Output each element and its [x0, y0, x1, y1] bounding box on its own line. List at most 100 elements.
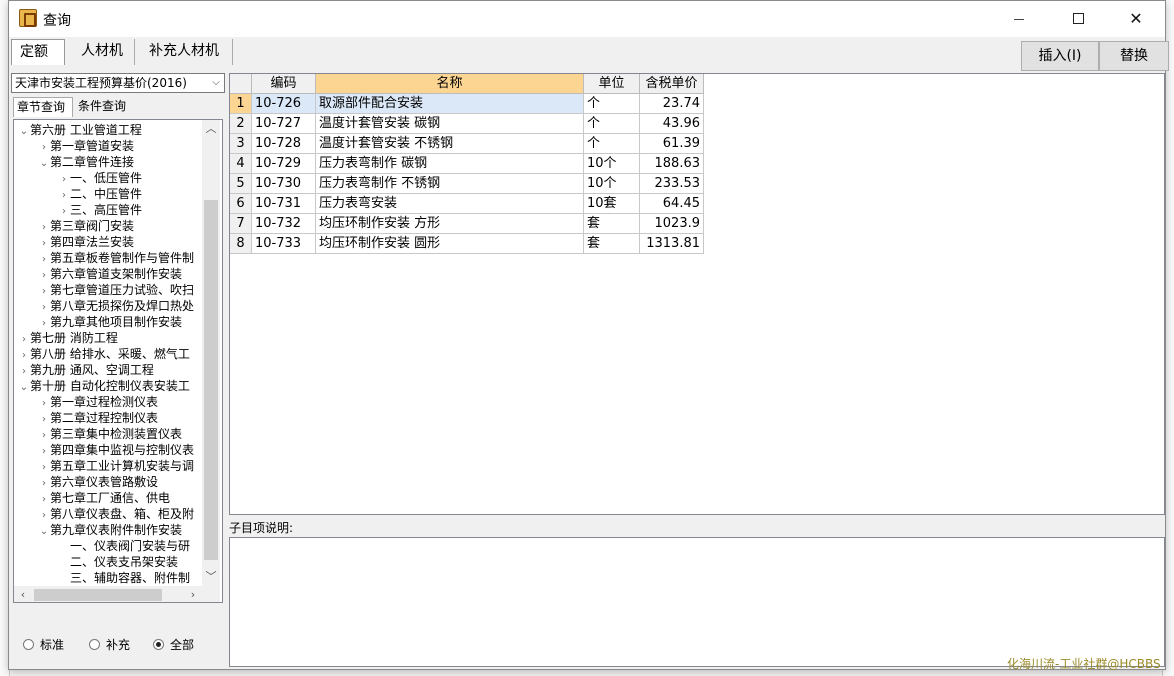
chapter-tree: ⌄ 第六册 工业管道工程 › 第一章管道安装 ⌄ 第二章管件连接 › 一、低压管件 › 二、中压管…	[13, 119, 223, 603]
tree-node-label: 第七章工厂通信、供电	[50, 491, 171, 505]
tree-node-label: 二、仪表支吊架安装	[70, 555, 179, 569]
code-cell: 10-733	[252, 234, 316, 254]
tab-condition-query[interactable]: 条件查询	[75, 97, 135, 117]
code-cell: 10-726	[252, 94, 316, 114]
chevron-down-icon[interactable]: ⌄	[18, 124, 30, 140]
tree-node-label: 第九章其他项目制作安装	[50, 315, 183, 329]
price-cell: 233.53	[640, 174, 704, 194]
minimize-button[interactable]	[997, 1, 1043, 37]
tree-node[interactable]: › 第六章管道支架制作安装	[38, 266, 182, 282]
scroll-left-icon[interactable]: ‹	[14, 586, 32, 602]
tree-node-label: 三、辅助容器、附件制	[70, 571, 191, 585]
tree-node[interactable]: › 第三章阀门安装	[38, 218, 134, 234]
tree-node[interactable]: › 第八章无损探伤及焊口热处	[38, 298, 194, 314]
tree-node[interactable]: 一、仪表阀门安装与研	[58, 538, 190, 554]
tree-node-label: 第八册 给排水、采暖、燃气工	[30, 347, 190, 361]
watermark: 化海川流-工业社群@HCBBS	[1007, 657, 1161, 671]
header-unit[interactable]: 单位	[584, 74, 640, 94]
scroll-thumb-horizontal[interactable]	[34, 589, 162, 601]
unit-cell: 10个	[584, 154, 640, 174]
unit-cell: 10个	[584, 174, 640, 194]
price-cell: 188.63	[640, 154, 704, 174]
price-cell: 43.96	[640, 114, 704, 134]
tree-node[interactable]: › 第八章仪表盘、箱、柜及附	[38, 506, 194, 522]
tree-node[interactable]: › 第七册 消防工程	[18, 330, 118, 346]
close-button[interactable]: ✕	[1113, 1, 1159, 37]
tree-vertical-scrollbar[interactable]: ︿ ﹀	[202, 120, 220, 586]
tree-node[interactable]: › 第九章其他项目制作安装	[38, 314, 182, 330]
tree-node[interactable]: › 三、高压管件	[58, 202, 142, 218]
tab-labor-material-machine[interactable]: 人材机	[73, 39, 135, 65]
radio-standard[interactable]: 标准	[23, 637, 64, 653]
tree-node[interactable]: › 第七章工厂通信、供电	[38, 490, 170, 506]
scroll-right-icon[interactable]: ›	[184, 586, 202, 602]
scroll-thumb[interactable]	[204, 200, 218, 560]
tree-node-label: 第十册 自动化控制仪表安装工	[30, 379, 190, 393]
tab-chapter-query[interactable]: 章节查询	[13, 97, 73, 117]
unit-cell: 个	[584, 134, 640, 154]
chevron-down-icon[interactable]: ⌄	[38, 156, 50, 172]
header-price[interactable]: 含税单价	[640, 74, 704, 94]
code-cell: 10-731	[252, 194, 316, 214]
row-number: 6	[230, 194, 252, 214]
tree-node-label: 第四章集中监视与控制仪表	[50, 443, 195, 457]
title-bar[interactable]: 查询 ✕	[9, 1, 1165, 37]
replace-button[interactable]: 替换(R)	[1099, 41, 1169, 71]
tree-node[interactable]: › 第四章法兰安装	[38, 234, 134, 250]
header-code[interactable]: 编码	[252, 74, 316, 94]
code-cell: 10-729	[252, 154, 316, 174]
radio-circle[interactable]	[89, 639, 100, 650]
tree-node[interactable]: ⌄ 第六册 工业管道工程	[18, 122, 142, 138]
header-name[interactable]: 名称	[316, 74, 584, 94]
description-box[interactable]	[229, 537, 1165, 667]
tree-node[interactable]: › 二、中压管件	[58, 186, 142, 202]
tree-node[interactable]: › 第五章板卷管制作与管件制	[38, 250, 194, 266]
tree-node[interactable]: › 一、低压管件	[58, 170, 142, 186]
radio-circle[interactable]	[153, 639, 164, 650]
tree-node[interactable]: › 第二章过程控制仪表	[38, 410, 158, 426]
tree-node[interactable]: › 第一章过程检测仪表	[38, 394, 158, 410]
tree-node-label: 二、中压管件	[70, 187, 143, 201]
chevron-down-icon[interactable]: ⌄	[18, 380, 30, 396]
scroll-up-icon[interactable]: ︿	[202, 120, 220, 138]
tab-supplementary-lmm[interactable]: 补充人材机	[141, 39, 233, 65]
radio-circle[interactable]	[23, 639, 34, 650]
tree-node[interactable]: › 第六章仪表管路敷设	[38, 474, 158, 490]
price-cell: 23.74	[640, 94, 704, 114]
tree-node[interactable]: › 第一章管道安装	[38, 138, 134, 154]
tree-node[interactable]: 三、辅助容器、附件制	[58, 570, 190, 586]
insert-button[interactable]: 插入(I)	[1021, 41, 1099, 71]
chevron-down-icon[interactable]: ⌄	[38, 524, 50, 540]
code-cell: 10-727	[252, 114, 316, 134]
tree-node[interactable]: ⌄ 第十册 自动化控制仪表安装工	[18, 378, 190, 394]
tree-node[interactable]: › 第四章集中监视与控制仪表	[38, 442, 194, 458]
radio-all[interactable]: 全部	[153, 637, 194, 653]
row-number: 7	[230, 214, 252, 234]
radio-supplementary[interactable]: 补充	[89, 637, 130, 653]
tree-node[interactable]: ⌄ 第二章管件连接	[38, 154, 134, 170]
app-icon	[19, 9, 37, 27]
tab-quota[interactable]: 定额	[11, 39, 65, 65]
tree-node[interactable]: › 第五章工业计算机安装与调	[38, 458, 194, 474]
tree-node-label: 一、仪表阀门安装与研	[70, 539, 191, 553]
tree-node[interactable]: ⌄ 第九章仪表附件制作安装	[38, 522, 182, 538]
unit-cell: 套	[584, 234, 640, 254]
tree-node-label: 第九册 通风、空调工程	[30, 363, 154, 377]
code-cell: 10-730	[252, 174, 316, 194]
tree-node[interactable]: › 第八册 给排水、采暖、燃气工	[18, 346, 190, 362]
library-select[interactable]: 天津市安装工程预算基价(2016) ⌵	[11, 73, 225, 93]
name-cell: 温度计套管安装 不锈钢	[316, 134, 584, 154]
tree-node[interactable]: 二、仪表支吊架安装	[58, 554, 178, 570]
main-tabs: 定额 人材机 补充人材机	[9, 37, 1165, 67]
tree-node[interactable]: › 第三章集中检测装置仪表	[38, 426, 182, 442]
name-cell: 压力表弯制作 不锈钢	[316, 174, 584, 194]
tree-horizontal-scrollbar[interactable]: ‹ ›	[14, 586, 220, 602]
window-title: 查询	[43, 13, 71, 29]
maximize-button[interactable]	[1055, 1, 1101, 37]
scroll-down-icon[interactable]: ﹀	[202, 568, 220, 586]
tree-node-label: 一、低压管件	[70, 171, 143, 185]
tree-node[interactable]: › 第九册 通风、空调工程	[18, 362, 154, 378]
tree-node[interactable]: › 第七章管道压力试验、吹扫	[38, 282, 194, 298]
row-number: 1	[230, 94, 252, 114]
query-dialog: 查询 ✕ 定额 人材机 补充人材机 插入(I) 替换(R) 天津市安装工程预算基…	[8, 0, 1169, 671]
